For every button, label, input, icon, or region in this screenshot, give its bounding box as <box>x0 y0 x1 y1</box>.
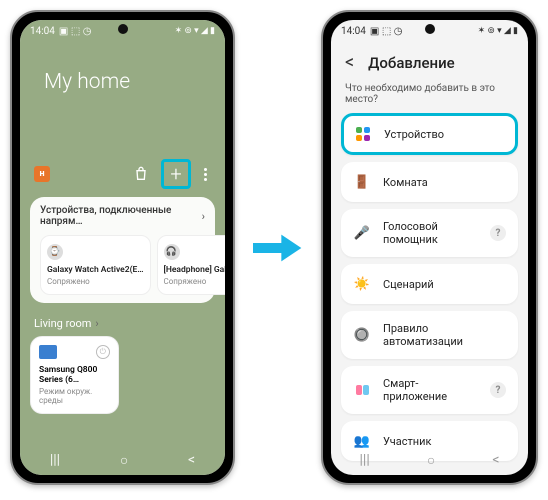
home-title: My home <box>44 70 215 94</box>
play-circle-icon: 🔘 <box>353 326 371 344</box>
nav-back-icon[interactable]: < <box>492 452 499 468</box>
chevron-right-icon: › <box>95 317 98 330</box>
nav-recent-icon[interactable]: ||| <box>50 452 60 468</box>
device-tile-headphone[interactable]: 🎧 [Headphone] Galaxy Bud… Сопряжено <box>157 235 225 295</box>
camera-notch <box>425 24 435 34</box>
tv-icon <box>39 345 57 359</box>
more-menu-button[interactable] <box>199 162 211 186</box>
list-item-label: Комната <box>383 176 506 189</box>
status-left-icons: ▣ ⬚ ◷ <box>370 26 403 37</box>
android-nav-bar: ||| ○ < <box>331 445 528 475</box>
bag-icon[interactable] <box>129 162 153 186</box>
arrow-right-icon <box>253 226 303 270</box>
phone-home-frame: 14:04 ▣ ⬚ ◷ ✶ ⊚ ▾ ◢ ▮ My home н + <box>10 10 235 485</box>
microphone-icon: 🎤 <box>353 224 371 242</box>
door-icon: 🚪 <box>353 173 371 191</box>
home-screen: 14:04 ▣ ⬚ ◷ ✶ ⊚ ▾ ◢ ▮ My home н + <box>20 20 225 475</box>
status-left-icons: ▣ ⬚ ◷ <box>59 26 92 37</box>
add-item-smartapp[interactable]: Смарт-приложение ? <box>341 366 518 414</box>
nav-home-icon[interactable]: ○ <box>427 452 435 469</box>
sun-icon: ☀️ <box>353 275 371 293</box>
help-icon[interactable]: ? <box>490 382 506 398</box>
phone-add-frame: 14:04 ▣ ⬚ ◷ ✶ ⊚ ▾ ◢ ▮ < Добавление Что н… <box>321 10 538 485</box>
list-item-label: Устройство <box>384 128 505 141</box>
power-icon[interactable]: ⏻ <box>96 345 110 359</box>
more-dots-icon <box>204 168 207 181</box>
add-item-voice[interactable]: 🎤 Голосовой помощник ? <box>341 209 518 257</box>
add-item-automation[interactable]: 🔘 Правило автоматизации <box>341 311 518 359</box>
status-right-icons: ✶ ⊚ ▾ ◢ ▮ <box>478 26 518 36</box>
devices-icon <box>354 125 372 143</box>
status-time: 14:04 <box>30 26 55 37</box>
list-item-label: Голосовой помощник <box>383 220 478 246</box>
status-right-icons: ✶ ⊚ ▾ ◢ ▮ <box>175 26 215 36</box>
add-item-scene[interactable]: ☀️ Сценарий <box>341 264 518 304</box>
headphone-icon: 🎧 <box>164 244 180 260</box>
list-item-label: Смарт-приложение <box>383 377 478 403</box>
camera-notch <box>118 24 128 34</box>
add-item-room[interactable]: 🚪 Комната <box>341 162 518 202</box>
nav-back-icon[interactable]: < <box>188 452 195 468</box>
add-screen: 14:04 ▣ ⬚ ◷ ✶ ⊚ ▾ ◢ ▮ < Добавление Что н… <box>331 20 528 475</box>
room-label[interactable]: Living room › <box>34 317 215 330</box>
direct-devices-section[interactable]: Устройства, подключенные напрям… › ⌚ Gal… <box>30 197 215 303</box>
status-time: 14:04 <box>341 26 366 37</box>
notification-badge-icon[interactable]: н <box>34 166 50 182</box>
plus-icon: + <box>170 162 181 186</box>
page-title: Добавление <box>368 54 455 72</box>
chevron-right-icon: › <box>202 210 205 223</box>
device-name: [Headphone] Galaxy Bud… <box>164 265 225 275</box>
device-name: Samsung Q800 Series (6… <box>39 365 110 385</box>
back-icon[interactable]: < <box>345 52 354 73</box>
add-plus-button[interactable]: + <box>161 159 191 189</box>
nav-home-icon[interactable]: ○ <box>120 452 128 469</box>
device-name: Galaxy Watch Active2(E… <box>47 265 144 275</box>
nav-recent-icon[interactable]: ||| <box>360 452 370 468</box>
list-item-label: Сценарий <box>383 278 506 291</box>
room-device-tile[interactable]: ⏻ Samsung Q800 Series (6… Режим окруж. с… <box>30 336 119 414</box>
android-nav-bar: ||| ○ < <box>20 445 225 475</box>
device-status: Режим окруж. среды <box>39 387 110 405</box>
add-item-device[interactable]: Устройство <box>341 113 518 155</box>
help-icon[interactable]: ? <box>490 225 506 241</box>
add-question: Что необходимо добавить в это место? <box>331 79 528 113</box>
list-item-label: Правило автоматизации <box>383 322 506 348</box>
section-title: Устройства, подключенные напрям… <box>40 205 202 227</box>
device-status: Сопряжено <box>47 277 144 286</box>
device-status: Сопряжено <box>164 277 225 286</box>
watch-icon: ⌚ <box>47 244 63 260</box>
app-icon <box>353 381 371 399</box>
device-tile-watch[interactable]: ⌚ Galaxy Watch Active2(E… Сопряжено <box>40 235 151 295</box>
